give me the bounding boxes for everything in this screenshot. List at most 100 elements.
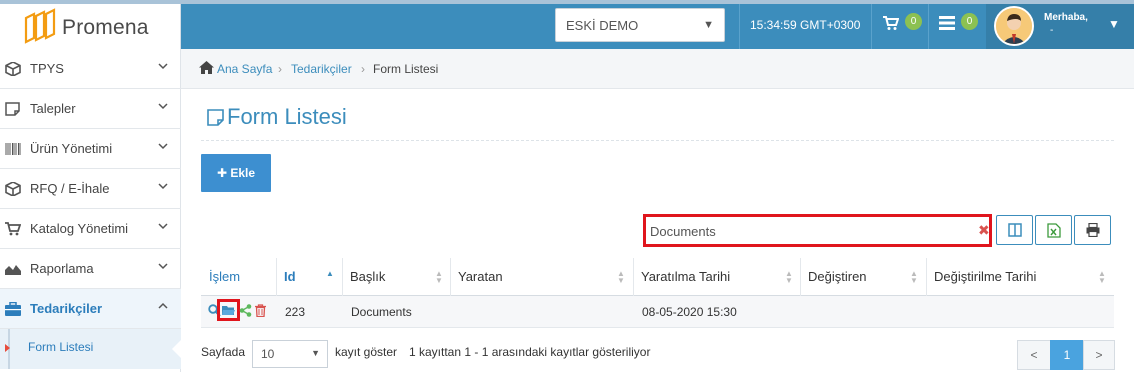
- column-header-title[interactable]: Başlık ▲ ▼: [342, 258, 450, 296]
- prev-page-button[interactable]: <: [1017, 340, 1051, 370]
- excel-export-button[interactable]: [1035, 215, 1072, 245]
- page-1-button[interactable]: 1: [1050, 340, 1084, 370]
- environment-select-value: ESKİ DEMO: [566, 18, 639, 33]
- chevron-up-icon: [158, 302, 168, 309]
- chevron-down-icon: [158, 143, 168, 150]
- page-title: Form Listesi: [227, 104, 347, 129]
- navbar-divider: [928, 4, 929, 49]
- plus-icon: ✚: [216, 166, 228, 180]
- chevron-down-icon: [158, 263, 168, 270]
- sidebar-item-label: Raporlama: [30, 261, 94, 276]
- sidebar-item-label: TPYS: [30, 61, 64, 76]
- barcode-icon: [5, 143, 21, 155]
- records-label: kayıt göster: [335, 345, 398, 359]
- columns-button[interactable]: [996, 215, 1033, 245]
- promena-logo-icon: [24, 8, 56, 44]
- user-avatar-icon: [996, 8, 1032, 44]
- user-menu[interactable]: Merhaba, - ▼: [986, 4, 1134, 49]
- records-summary: 1 kayıttan 1 - 1 arasındaki kayıtlar gös…: [409, 345, 651, 359]
- sidebar-item-label: Katalog Yönetimi: [30, 221, 129, 236]
- sidebar-subitem-form-list[interactable]: Form Listesi: [0, 329, 182, 369]
- environment-select[interactable]: ESKİ DEMO ▼: [555, 8, 725, 42]
- column-header-label: Değiştirilme Tarihi: [934, 269, 1037, 284]
- cell-created-date: 08-05-2020 15:30: [642, 305, 737, 319]
- cell-title: Documents: [351, 305, 412, 319]
- share-icon[interactable]: [239, 304, 252, 317]
- clear-search-icon[interactable]: ✖: [978, 222, 990, 239]
- navbar-divider: [739, 4, 740, 49]
- sidebar-item-label: Talepler: [30, 101, 76, 116]
- sidebar-item-product-management[interactable]: Ürün Yönetimi: [0, 129, 181, 169]
- cube-icon: [5, 182, 21, 196]
- column-header-action[interactable]: İşlem: [201, 258, 276, 296]
- breadcrumb-suppliers[interactable]: Tedarikçiler: [291, 62, 352, 76]
- column-header-modified-date[interactable]: Değiştirilme Tarihi ▲ ▼: [926, 258, 1114, 296]
- sidebar-item-label: RFQ / E-İhale: [30, 181, 110, 196]
- cart-icon[interactable]: [883, 15, 899, 31]
- column-header-modifier[interactable]: Değiştiren ▲ ▼: [800, 258, 926, 296]
- active-notch: [172, 339, 182, 359]
- avatar: [994, 6, 1034, 46]
- sidebar-item-catalog[interactable]: Katalog Yönetimi: [0, 209, 181, 249]
- sort-icon: ▲ ▼: [617, 269, 625, 285]
- list-count-badge: 0: [961, 13, 978, 30]
- sidebar-item-reports[interactable]: Raporlama: [0, 249, 181, 289]
- chevron-down-icon: [158, 103, 168, 110]
- greeting: Merhaba,: [1044, 12, 1088, 23]
- page-size-select[interactable]: 10 ▼: [252, 340, 328, 368]
- search-input[interactable]: [650, 221, 970, 241]
- sidebar-subitem-label: Form Listesi: [28, 340, 94, 354]
- sidebar-item-label: Tedarikçiler: [30, 301, 103, 316]
- columns-icon: [1008, 223, 1022, 237]
- home-icon[interactable]: [199, 61, 214, 74]
- sort-icon: ▲ ▼: [910, 269, 918, 285]
- chevron-down-icon: [158, 183, 168, 190]
- navbar-divider: [871, 4, 872, 49]
- brand-name: Promena: [62, 16, 149, 39]
- sort-asc-icon: ▲: [326, 269, 334, 278]
- sidebar-item-suppliers[interactable]: Tedarikçiler: [0, 289, 181, 329]
- breadcrumb-home[interactable]: Ana Sayfa: [217, 62, 272, 76]
- chevron-down-icon: [158, 223, 168, 230]
- column-header-label: Başlık: [350, 269, 386, 284]
- caret-down-icon: ▼: [311, 348, 320, 358]
- area-chart-icon: [5, 265, 21, 275]
- add-button[interactable]: ✚ Ekle: [201, 154, 271, 192]
- caret-down-icon: ▼: [703, 19, 714, 31]
- sidebar-item-rfq[interactable]: RFQ / E-İhale: [0, 169, 181, 209]
- column-header-created-date[interactable]: Yaratılma Tarihi ▲ ▼: [633, 258, 800, 296]
- chevron-down-icon: [158, 63, 168, 70]
- cart-icon: [5, 222, 21, 236]
- caret-down-icon: ▼: [1108, 17, 1120, 31]
- next-page-button[interactable]: >: [1083, 340, 1115, 370]
- breadcrumb-separator: ›: [278, 62, 282, 76]
- note-icon: [5, 102, 20, 116]
- page-size-label: Sayfada: [201, 345, 246, 359]
- cart-count-badge: 0: [905, 13, 922, 30]
- print-button[interactable]: [1074, 215, 1111, 245]
- sidebar: TPYS Talepler Ürün Yönetimi RFQ / E-İhal…: [0, 49, 182, 372]
- column-header-label: İşlem: [209, 269, 241, 284]
- title-divider: [201, 140, 1114, 141]
- excel-icon: [1047, 223, 1061, 238]
- sidebar-item-tpys[interactable]: TPYS: [0, 49, 181, 89]
- sidebar-item-label: Ürün Yönetimi: [30, 141, 113, 156]
- user-name: -: [1050, 25, 1054, 36]
- sort-icon: ▲ ▼: [785, 269, 793, 285]
- sort-icon: ▲ ▼: [435, 269, 443, 285]
- search-field[interactable]: ✖: [643, 214, 992, 247]
- active-marker-icon: [5, 344, 10, 352]
- column-header-creator[interactable]: Yaratan ▲ ▼: [450, 258, 633, 296]
- cell-id: 223: [285, 305, 306, 319]
- logo[interactable]: Promena: [0, 4, 181, 49]
- sidebar-item-requests[interactable]: Talepler: [0, 89, 181, 129]
- clock: 15:34:59 GMT+0300: [750, 18, 861, 32]
- trash-icon[interactable]: [254, 304, 267, 317]
- column-header-id[interactable]: Id ▲: [276, 258, 342, 296]
- column-header-label: Değiştiren: [808, 269, 867, 284]
- column-header-label: Id: [284, 269, 296, 284]
- column-header-label: Yaratan: [458, 269, 503, 284]
- print-icon: [1086, 223, 1100, 237]
- cube-icon: [5, 62, 21, 76]
- list-icon[interactable]: [939, 15, 955, 31]
